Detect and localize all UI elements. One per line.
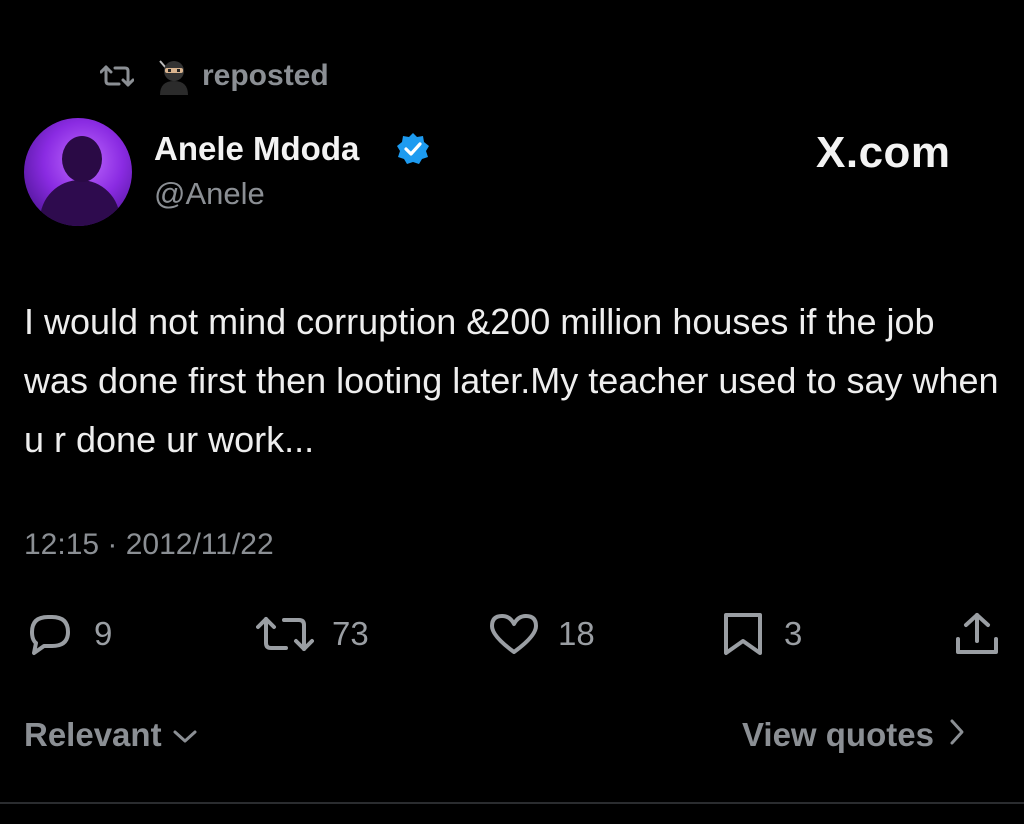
repost-button[interactable]: 73 bbox=[256, 612, 369, 656]
author-handle[interactable]: @Anele bbox=[154, 176, 265, 212]
heart-icon bbox=[488, 612, 540, 656]
repost-label: reposted bbox=[202, 59, 329, 92]
brand-logo: X.com bbox=[816, 128, 951, 177]
repost-count: 73 bbox=[332, 615, 369, 652]
divider bbox=[0, 802, 1024, 804]
like-count: 18 bbox=[558, 615, 595, 652]
sort-label: Relevant bbox=[24, 716, 162, 753]
sort-dropdown[interactable]: Relevant bbox=[24, 716, 198, 754]
like-button[interactable]: 18 bbox=[488, 612, 595, 656]
tweet-text: I would not mind corruption &200 million… bbox=[24, 301, 999, 460]
chevron-down-icon bbox=[162, 716, 198, 754]
reply-icon bbox=[24, 612, 76, 656]
share-icon bbox=[954, 611, 1000, 657]
view-quotes-label: View quotes bbox=[742, 716, 934, 753]
reply-count: 9 bbox=[94, 615, 113, 652]
repost-icon bbox=[256, 613, 314, 655]
verified-badge-icon bbox=[396, 132, 430, 166]
chevron-right-icon bbox=[934, 716, 966, 754]
repost-header: reposted bbox=[100, 56, 329, 96]
repost-small-icon bbox=[100, 63, 134, 89]
author-name[interactable]: Anele Mdoda bbox=[154, 130, 359, 168]
reply-button[interactable]: 9 bbox=[24, 612, 112, 656]
bookmark-button[interactable]: 3 bbox=[720, 612, 802, 656]
share-button[interactable] bbox=[954, 612, 1000, 656]
bookmark-count: 3 bbox=[784, 615, 803, 652]
avatar[interactable] bbox=[24, 118, 132, 226]
bookmark-icon bbox=[720, 611, 766, 657]
view-quotes-link[interactable]: View quotes bbox=[742, 716, 966, 754]
tweet-timestamp[interactable]: 12:15 · 2012/11/22 bbox=[24, 528, 274, 562]
ninja-icon bbox=[154, 57, 192, 95]
